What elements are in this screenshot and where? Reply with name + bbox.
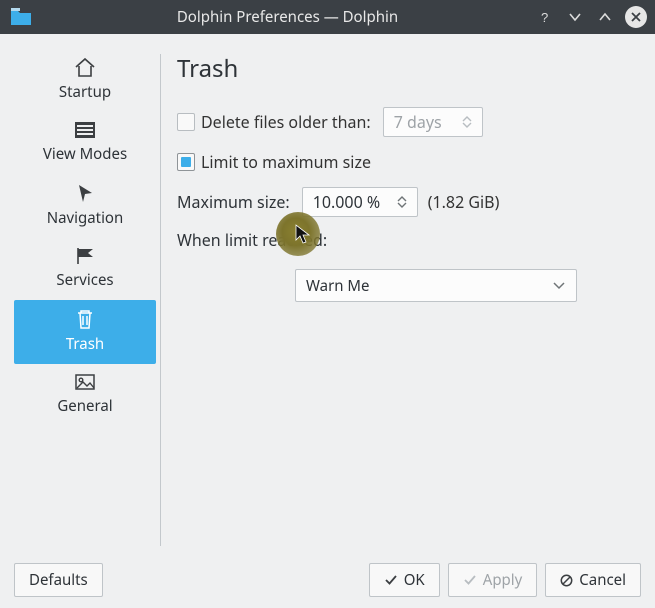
when-limit-value: Warn Me	[306, 276, 370, 296]
delete-older-row: Delete files older than: 7 days	[177, 107, 637, 137]
sidebar-item-navigation[interactable]: Navigation	[14, 174, 156, 238]
page-title: Trash	[177, 52, 637, 85]
limit-max-label: Limit to maximum size	[201, 151, 371, 173]
list-icon	[73, 120, 97, 140]
check-icon	[463, 574, 477, 586]
titlebar-controls: ?	[535, 6, 647, 28]
close-icon[interactable]	[625, 6, 647, 28]
vertical-divider	[160, 54, 161, 546]
when-limit-label: When limit reached:	[177, 229, 327, 251]
cancel-icon	[560, 574, 573, 587]
sidebar-item-general[interactable]: General	[14, 364, 156, 426]
sidebar-label: Services	[56, 270, 113, 290]
apply-label: Apply	[483, 570, 523, 590]
defaults-button[interactable]: Defaults	[14, 563, 103, 597]
sidebar-label: View Modes	[43, 144, 127, 164]
sidebar-label: Startup	[59, 82, 111, 102]
apply-button[interactable]: Apply	[448, 563, 538, 597]
sidebar-item-startup[interactable]: Startup	[14, 48, 156, 112]
cursor-icon	[74, 182, 96, 204]
limit-max-row: Limit to maximum size	[177, 151, 637, 173]
when-limit-row: When limit reached:	[177, 229, 637, 251]
when-limit-combo[interactable]: Warn Me	[295, 269, 577, 302]
sidebar-item-services[interactable]: Services	[14, 238, 156, 300]
app-icon	[10, 7, 32, 27]
sidebar: Startup View Modes Navigation Services T…	[14, 48, 156, 552]
home-icon	[72, 56, 98, 78]
sidebar-label: Navigation	[47, 208, 124, 228]
sidebar-item-trash[interactable]: Trash	[14, 300, 156, 364]
titlebar: Dolphin Preferences — Dolphin ?	[0, 0, 655, 34]
max-size-row: Maximum size: 10.000 % (1.82 GiB)	[177, 187, 637, 217]
minimize-icon[interactable]	[565, 7, 585, 27]
max-size-value: 10.000 %	[313, 191, 387, 213]
help-icon[interactable]: ?	[535, 7, 555, 27]
trash-icon	[74, 308, 96, 330]
cancel-button[interactable]: Cancel	[545, 563, 641, 597]
svg-text:?: ?	[541, 10, 548, 24]
delete-older-value: 7 days	[394, 111, 452, 133]
ok-button[interactable]: OK	[369, 563, 440, 597]
spinner-arrows-icon	[393, 196, 411, 208]
cancel-label: Cancel	[579, 570, 626, 590]
chevron-down-icon	[550, 282, 568, 290]
check-icon	[384, 574, 398, 586]
defaults-label: Defaults	[29, 570, 88, 590]
ok-label: OK	[404, 570, 425, 590]
footer: Defaults OK Apply Cancel	[0, 552, 655, 608]
maximize-icon[interactable]	[595, 7, 615, 27]
max-size-spin[interactable]: 10.000 %	[302, 187, 418, 217]
sidebar-item-view-modes[interactable]: View Modes	[14, 112, 156, 174]
sidebar-label: Trash	[66, 334, 104, 354]
max-size-label: Maximum size:	[177, 191, 290, 213]
delete-older-label: Delete files older than:	[201, 111, 371, 133]
image-icon	[73, 372, 97, 392]
window-title: Dolphin Preferences — Dolphin	[40, 7, 535, 27]
delete-older-spin[interactable]: 7 days	[383, 107, 483, 137]
spinner-arrows-icon	[458, 116, 476, 128]
sidebar-label: General	[57, 396, 112, 416]
content-pane: Trash Delete files older than: 7 days Li…	[171, 48, 655, 552]
limit-max-checkbox[interactable]	[177, 153, 195, 171]
flag-icon	[73, 246, 97, 266]
delete-older-checkbox[interactable]	[177, 113, 195, 131]
max-size-hint: (1.82 GiB)	[428, 191, 500, 213]
